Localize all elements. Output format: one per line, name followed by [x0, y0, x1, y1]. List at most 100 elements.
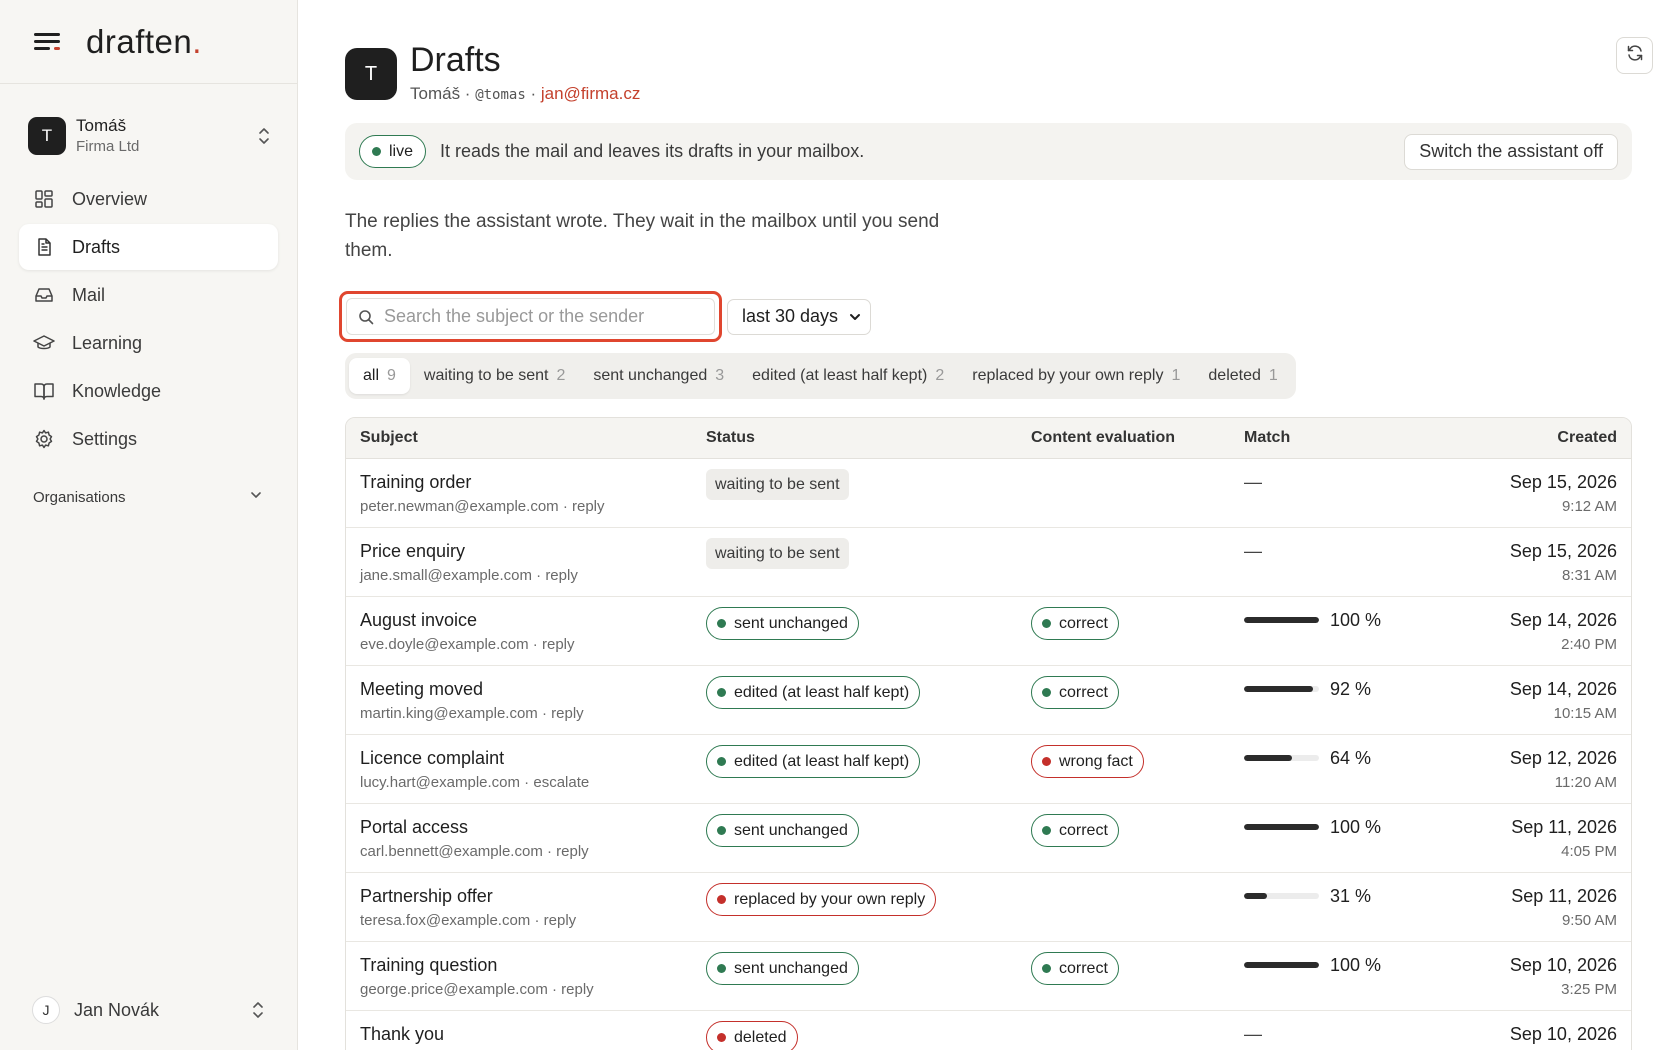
table-row[interactable]: Partnership offer teresa.fox@example.com… [346, 873, 1631, 942]
column-header-evaluation[interactable]: Content evaluation [1031, 429, 1244, 447]
draft-subject: Portal access [360, 817, 469, 837]
tab-label: sent unchanged [593, 367, 708, 384]
sidebar-item-mail[interactable]: Mail [19, 272, 278, 318]
tab-count: 1 [1268, 367, 1278, 384]
match-empty: — [1244, 472, 1262, 492]
match-cell: 100 % [1244, 804, 1464, 872]
match-bar [1244, 686, 1319, 692]
graduation-cap-icon [33, 332, 55, 354]
chevron-up-down-icon [249, 999, 267, 1021]
evaluation-dot [1042, 964, 1051, 973]
separator: · [547, 981, 562, 998]
sidebar-item-learning[interactable]: Learning [19, 320, 278, 366]
tab-deleted[interactable]: deleted 1 [1194, 358, 1291, 394]
draft-meta: peter.newman@example.com · reply [360, 496, 706, 518]
status-badge: sent unchanged [706, 814, 859, 847]
owner-email-link[interactable]: jan@firma.cz [541, 84, 640, 103]
draft-meta: eve.doyle@example.com · reply [360, 634, 706, 656]
draft-sender: eve.doyle@example.com [360, 636, 529, 653]
created-date: Sep 15, 2026 [1509, 541, 1617, 561]
separator: · [520, 774, 534, 791]
draft-sender: peter.newman@example.com [360, 498, 559, 515]
logo[interactable]: draften. [86, 23, 202, 61]
created-time: 8:31 AM [1561, 567, 1617, 584]
table-row[interactable]: Portal access carl.bennett@example.com ·… [346, 804, 1631, 873]
column-header-match[interactable]: Match [1244, 429, 1464, 447]
match-bar [1244, 962, 1319, 968]
search-box[interactable] [346, 298, 715, 335]
created-date: Sep 10, 2026 [1509, 1024, 1617, 1044]
owner-handle: @tomas [475, 87, 526, 103]
created-time: 9:50 AM [1561, 912, 1617, 929]
status-dot [717, 757, 726, 766]
table-row[interactable]: Training order peter.newman@example.com … [346, 459, 1631, 528]
sidebar-item-drafts[interactable]: Drafts [19, 224, 278, 270]
drafts-table: Subject Status Content evaluation Match … [345, 417, 1632, 1050]
status-badge: waiting to be sent [706, 538, 849, 569]
organisations-toggle[interactable]: Organisations [33, 484, 263, 510]
account-switcher[interactable]: T Tomáš Firma Ltd [28, 114, 273, 158]
status-badge: replaced by your own reply [706, 883, 937, 916]
sidebar-item-overview[interactable]: Overview [19, 176, 278, 222]
book-icon [33, 380, 55, 402]
evaluation-badge: wrong fact [1031, 745, 1144, 778]
table-row[interactable]: Price enquiry jane.small@example.com · r… [346, 528, 1631, 597]
tab-all[interactable]: all 9 [349, 358, 410, 394]
menu-icon[interactable] [34, 31, 60, 53]
status-badge: sent unchanged [706, 952, 859, 985]
sidebar-item-settings[interactable]: Settings [19, 416, 278, 462]
created-date: Sep 14, 2026 [1509, 610, 1617, 630]
draft-subject: Partnership offer [360, 886, 493, 906]
draft-sender: carl.bennett@example.com [360, 843, 543, 860]
created-time: 10:15 AM [1553, 705, 1617, 722]
switch-assistant-off-button[interactable]: Switch the assistant off [1404, 133, 1618, 170]
separator: · [531, 567, 546, 584]
table-row[interactable]: August invoice eve.doyle@example.com · r… [346, 597, 1631, 666]
table-header: Subject Status Content evaluation Match … [346, 418, 1631, 459]
draft-meta: lucy.hart@example.com · escalate [360, 772, 706, 794]
status-dot [717, 619, 726, 628]
evaluation-dot [1042, 619, 1051, 628]
draft-kind: reply [556, 843, 589, 860]
draft-kind: reply [541, 636, 575, 653]
search-input[interactable] [384, 306, 714, 327]
user-avatar: J [32, 996, 60, 1024]
table-row[interactable]: Training question george.price@example.c… [346, 942, 1631, 1011]
column-header-status[interactable]: Status [706, 429, 1031, 447]
evaluation-badge: correct [1031, 607, 1119, 640]
draft-kind: reply [572, 498, 605, 515]
draft-kind: reply [551, 705, 584, 722]
tab-replaced[interactable]: replaced by your own reply 1 [958, 358, 1194, 394]
draft-sender: teresa.fox@example.com [360, 912, 531, 929]
separator: · [530, 912, 544, 929]
table-row[interactable]: Licence complaint lucy.hart@example.com … [346, 735, 1631, 804]
refresh-button[interactable] [1616, 37, 1653, 74]
match-cell: 92 % [1244, 666, 1464, 734]
tab-edited[interactable]: edited (at least half kept) 2 [738, 358, 958, 394]
page-subtitle: Tomáš · @tomas · jan@firma.cz [410, 84, 640, 104]
match-cell: 64 % [1244, 735, 1464, 803]
table-row[interactable]: Thank you anna.wells@example.com · reply… [346, 1011, 1631, 1050]
status-badge: edited (at least half kept) [706, 745, 921, 778]
separator: · [528, 636, 542, 653]
column-header-subject[interactable]: Subject [346, 429, 706, 447]
match-cell: 31 % [1244, 873, 1464, 941]
column-header-created[interactable]: Created [1464, 429, 1631, 447]
draft-kind: reply [545, 567, 578, 584]
status-badge: sent unchanged [706, 607, 859, 640]
main-content: T Drafts Tomáš · @tomas · jan@firma.cz l… [298, 0, 1680, 1050]
match-bar [1244, 755, 1319, 761]
tab-count: 2 [556, 367, 566, 384]
match-percent: 31 % [1330, 886, 1372, 906]
grid-icon [33, 188, 55, 210]
date-range-select[interactable]: last 30 days [727, 298, 872, 335]
tab-sent-unchanged[interactable]: sent unchanged 3 [579, 358, 738, 394]
evaluation-dot [1042, 757, 1051, 766]
user-menu[interactable]: J Jan Novák [32, 992, 267, 1028]
tab-waiting-to-be-sent[interactable]: waiting to be sent 2 [410, 358, 579, 394]
chevron-down-icon [249, 488, 263, 507]
draft-sender: lucy.hart@example.com [360, 774, 521, 791]
separator: · [525, 84, 541, 103]
table-row[interactable]: Meeting moved martin.king@example.com · … [346, 666, 1631, 735]
sidebar-item-knowledge[interactable]: Knowledge [19, 368, 278, 414]
